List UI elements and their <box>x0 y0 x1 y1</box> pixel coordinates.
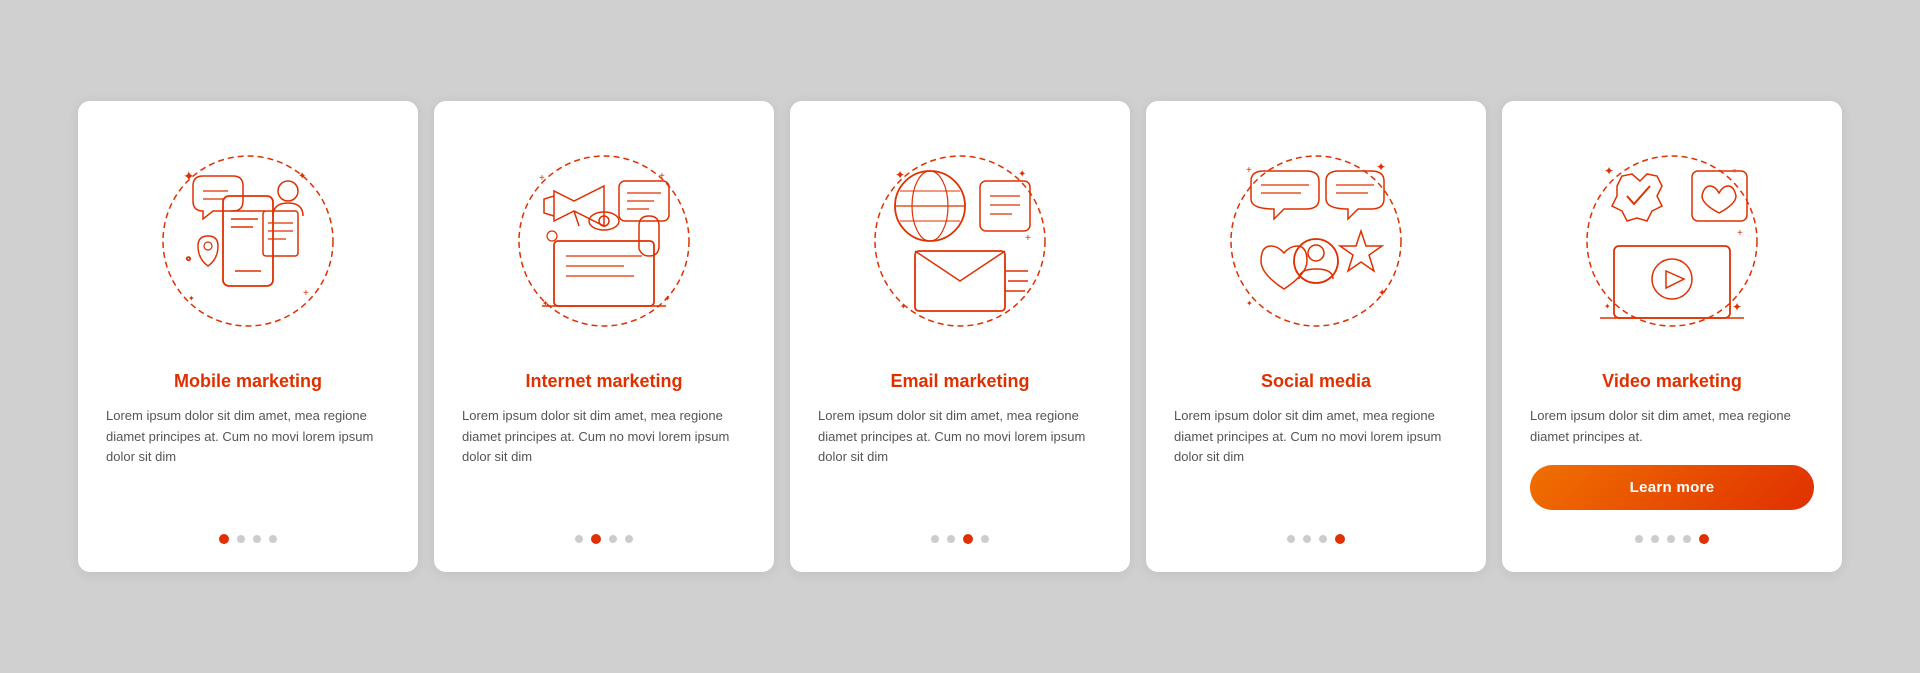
dot <box>1635 535 1643 543</box>
dot <box>609 535 617 543</box>
dot <box>253 535 261 543</box>
dot <box>1667 535 1675 543</box>
video-marketing-illustration: ✦ ○ ✦ ✦ + <box>1530 131 1814 351</box>
card-dots-mobile <box>219 534 277 544</box>
dot <box>1683 535 1691 543</box>
dot <box>931 535 939 543</box>
dot <box>625 535 633 543</box>
svg-text:✦: ✦ <box>900 302 907 311</box>
svg-text:✦: ✦ <box>1018 169 1026 180</box>
card-text-social: Lorem ipsum dolor sit dim amet, mea regi… <box>1174 406 1458 511</box>
dot-active <box>963 534 973 544</box>
social-media-illustration: + ✦ ✦ ✦ <box>1174 131 1458 351</box>
svg-text:○: ○ <box>186 254 191 263</box>
dot <box>947 535 955 543</box>
card-title-mobile: Mobile marketing <box>106 371 390 392</box>
dot <box>269 535 277 543</box>
dot <box>237 535 245 543</box>
card-title-social: Social media <box>1174 371 1458 392</box>
dot <box>1287 535 1295 543</box>
svg-text:✦: ✦ <box>664 294 671 303</box>
svg-text:○: ○ <box>1732 166 1737 175</box>
learn-more-button[interactable]: Learn more <box>1530 465 1814 510</box>
svg-text:+: + <box>303 288 309 299</box>
card-text-internet: Lorem ipsum dolor sit dim amet, mea regi… <box>462 406 746 511</box>
email-marketing-illustration: ✦ ✦ ✦ + <box>818 131 1102 351</box>
svg-text:✦: ✦ <box>542 299 549 308</box>
svg-text:✦: ✦ <box>298 171 306 182</box>
svg-text:✦: ✦ <box>1378 288 1386 299</box>
card-text-mobile: Lorem ipsum dolor sit dim amet, mea regi… <box>106 406 390 511</box>
card-title-internet: Internet marketing <box>462 371 746 392</box>
card-mobile-marketing: ✦ ✦ ✦ + ○ Mobile marketing Lorem ipsum d… <box>78 101 418 573</box>
svg-text:✦: ✦ <box>1732 300 1742 314</box>
mobile-marketing-illustration: ✦ ✦ ✦ + ○ <box>106 131 390 351</box>
svg-text:✦: ✦ <box>188 294 195 303</box>
card-dots-internet <box>575 534 633 544</box>
svg-text:✦: ✦ <box>1246 299 1253 308</box>
card-email-marketing: ✦ ✦ ✦ + Email marketing Lorem ipsum dolo… <box>790 101 1130 573</box>
dot <box>1303 535 1311 543</box>
dot-active <box>1335 534 1345 544</box>
card-video-marketing: ✦ ○ ✦ ✦ + Video marketing Lorem ipsum do… <box>1502 101 1842 573</box>
card-title-video: Video marketing <box>1530 371 1814 392</box>
svg-text:+: + <box>1025 233 1031 244</box>
card-dots-email <box>931 534 989 544</box>
cards-container: ✦ ✦ ✦ + ○ Mobile marketing Lorem ipsum d… <box>38 71 1882 603</box>
svg-text:+: + <box>659 171 665 182</box>
dot-active <box>1699 534 1709 544</box>
card-social-media: + ✦ ✦ ✦ Social media Lorem ipsum dolor s… <box>1146 101 1486 573</box>
card-dots-social <box>1287 534 1345 544</box>
svg-text:✦: ✦ <box>1604 164 1614 178</box>
svg-text:✦: ✦ <box>895 168 905 182</box>
dot <box>1319 535 1327 543</box>
card-text-video: Lorem ipsum dolor sit dim amet, mea regi… <box>1530 406 1814 448</box>
svg-text:✦: ✦ <box>1376 160 1386 174</box>
svg-text:✦: ✦ <box>183 168 195 184</box>
svg-text:+: + <box>1246 165 1252 176</box>
dot-active <box>219 534 229 544</box>
card-title-email: Email marketing <box>818 371 1102 392</box>
card-internet-marketing: + + ✦ ✦ Internet marketing Lorem ipsum d… <box>434 101 774 573</box>
dot <box>1651 535 1659 543</box>
dot-active <box>591 534 601 544</box>
card-dots-video <box>1635 534 1709 544</box>
svg-text:+: + <box>539 173 545 184</box>
internet-marketing-illustration: + + ✦ ✦ <box>462 131 746 351</box>
dot <box>981 535 989 543</box>
card-text-email: Lorem ipsum dolor sit dim amet, mea regi… <box>818 406 1102 511</box>
dot <box>575 535 583 543</box>
svg-text:+: + <box>1737 228 1743 239</box>
svg-text:✦: ✦ <box>1604 302 1611 311</box>
